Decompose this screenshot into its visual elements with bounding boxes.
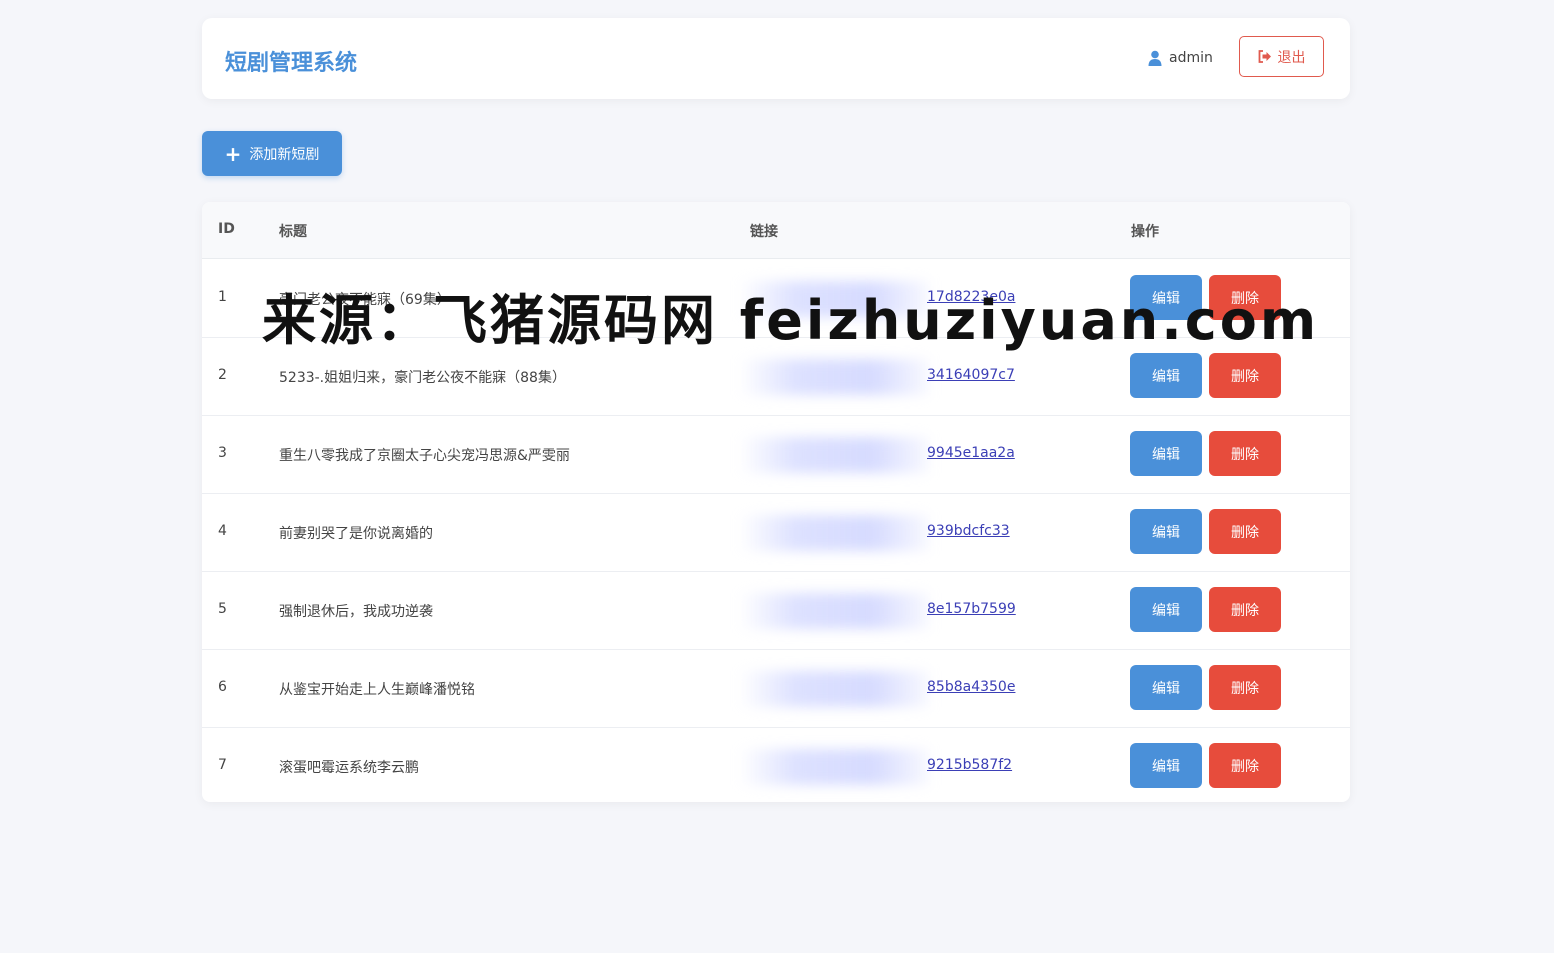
edit-button[interactable]: 编辑 (1130, 743, 1202, 788)
row-id: 3 (218, 445, 227, 461)
row-id: 1 (218, 289, 227, 305)
row-title: 强制退休后，我成功逆袭 (279, 604, 433, 620)
delete-button[interactable]: 删除 (1209, 665, 1281, 710)
logout-label: 退出 (1277, 49, 1306, 66)
edit-button[interactable]: 编辑 (1130, 509, 1202, 554)
link-redacted (739, 515, 929, 551)
column-header-link: 链接 (750, 224, 778, 240)
table-row: 5 强制退休后，我成功逆袭 8e157b7599 编辑 删除 (202, 571, 1350, 650)
row-title: 5233-.姐姐归来，豪门老公夜不能寐（88集） (279, 370, 566, 386)
table-row: 4 前妻别哭了是你说离婚的 939bdcfc33 编辑 删除 (202, 493, 1350, 572)
edit-button[interactable]: 编辑 (1130, 431, 1202, 476)
row-link[interactable]: 9945e1aa2a (927, 445, 1015, 461)
watermark-overlay: 来源：飞猪源码网 feizhuziyuan.com (262, 289, 1320, 352)
delete-button[interactable]: 删除 (1209, 587, 1281, 632)
row-link[interactable]: 9215b587f2 (927, 757, 1012, 773)
row-id: 7 (218, 757, 227, 773)
row-id: 6 (218, 679, 227, 695)
row-link[interactable]: 8e157b7599 (927, 601, 1016, 617)
delete-button[interactable]: 删除 (1209, 431, 1281, 476)
app-title: 短剧管理系统 (225, 51, 358, 76)
row-title: 滚蛋吧霉运系统李云鹏 (279, 760, 419, 776)
table-header: ID 标题 链接 操作 (202, 202, 1350, 259)
column-header-id: ID (218, 221, 235, 237)
edit-button[interactable]: 编辑 (1130, 353, 1202, 398)
username: admin (1169, 50, 1213, 66)
link-redacted (739, 749, 929, 785)
table-row: 3 重生八零我成了京圈太子心尖宠冯思源&严雯丽 9945e1aa2a 编辑 删除 (202, 415, 1350, 494)
user-info: admin (1148, 50, 1213, 66)
link-redacted (739, 437, 929, 473)
row-id: 5 (218, 601, 227, 617)
row-id: 4 (218, 523, 227, 539)
row-link[interactable]: 939bdcfc33 (927, 523, 1010, 539)
link-redacted (739, 593, 929, 629)
column-header-actions: 操作 (1131, 224, 1159, 240)
column-header-title: 标题 (279, 224, 307, 240)
row-link[interactable]: 85b8a4350e (927, 679, 1015, 695)
row-title: 重生八零我成了京圈太子心尖宠冯思源&严雯丽 (279, 448, 570, 464)
top-header: 短剧管理系统 admin 退出 (202, 18, 1350, 99)
row-title: 从鉴宝开始走上人生巅峰潘悦铭 (279, 682, 475, 698)
plus-icon: + (224, 141, 242, 166)
link-redacted (739, 671, 929, 707)
table-row: 7 滚蛋吧霉运系统李云鹏 9215b587f2 编辑 删除 (202, 727, 1350, 802)
link-redacted (739, 359, 929, 395)
row-id: 2 (218, 367, 227, 383)
delete-button[interactable]: 删除 (1209, 353, 1281, 398)
delete-button[interactable]: 删除 (1209, 509, 1281, 554)
delete-button[interactable]: 删除 (1209, 743, 1281, 788)
edit-button[interactable]: 编辑 (1130, 587, 1202, 632)
add-drama-button[interactable]: + 添加新短剧 (202, 131, 342, 176)
table-row: 6 从鉴宝开始走上人生巅峰潘悦铭 85b8a4350e 编辑 删除 (202, 649, 1350, 728)
row-title: 前妻别哭了是你说离婚的 (279, 526, 433, 542)
add-drama-label: 添加新短剧 (249, 146, 320, 163)
logout-button[interactable]: 退出 (1239, 36, 1324, 77)
user-icon (1148, 50, 1162, 66)
edit-button[interactable]: 编辑 (1130, 665, 1202, 710)
row-link[interactable]: 34164097c7 (927, 367, 1015, 383)
sign-out-icon (1258, 50, 1271, 63)
